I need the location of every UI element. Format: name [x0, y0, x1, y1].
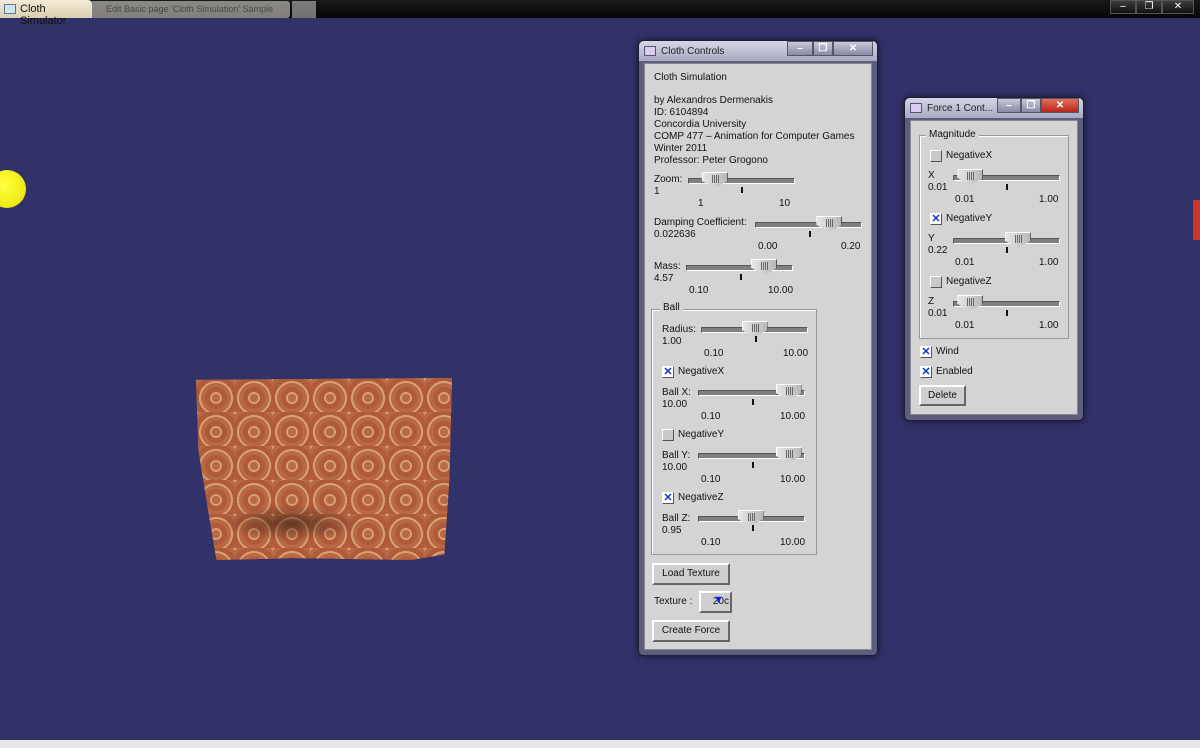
ballx-min-label: 0.10: [701, 411, 721, 422]
background-window-tab[interactable]: Edit Basic page 'Cloth Simulation' Sampl…: [90, 1, 290, 18]
radius-label: Radius:: [662, 324, 696, 335]
dropdown-arrow-icon: ▼: [713, 594, 724, 606]
mass-max-label: 10.00: [768, 285, 794, 296]
minimize-button[interactable]: –: [787, 41, 813, 56]
damping-max-label: 0.20: [841, 241, 861, 252]
fz-min-label: 0.01: [955, 320, 975, 331]
zoom-max-label: 10: [779, 198, 791, 209]
fz-max-label: 1.00: [1039, 320, 1059, 331]
bally-slider-tick: [752, 462, 754, 468]
radius-min-label: 0.10: [704, 348, 724, 359]
ballz-max-label: 10.00: [780, 537, 806, 548]
background-window-edge: [1193, 200, 1200, 240]
app-icon: [4, 4, 16, 14]
delete-force-button[interactable]: Delete: [919, 385, 966, 406]
maximize-button[interactable]: ❐: [1021, 98, 1041, 113]
info-line: ID: 6104894: [654, 107, 709, 118]
ballz-min-label: 0.10: [701, 537, 721, 548]
bally-value: 10.00: [662, 462, 688, 473]
mass-slider-tick: [740, 274, 742, 280]
fy-value: 0.22: [928, 245, 948, 256]
zoom-slider-tick: [741, 187, 743, 193]
fx-label: X: [928, 170, 935, 181]
mass-min-label: 0.10: [689, 285, 709, 296]
damping-min-label: 0.00: [758, 241, 778, 252]
fx-slider-tick: [1006, 184, 1008, 190]
damping-label: Damping Coefficient:: [654, 217, 747, 228]
fnegx-checkbox[interactable]: [930, 150, 942, 162]
wind-checkbox[interactable]: ✕: [920, 346, 932, 358]
bally-label: Ball Y:: [662, 450, 691, 461]
bally-max-label: 10.00: [780, 474, 806, 485]
fx-max-label: 1.00: [1039, 194, 1059, 205]
maximize-button[interactable]: ❐: [813, 41, 833, 56]
close-button[interactable]: ✕: [833, 41, 873, 56]
negx-checkbox[interactable]: ✕: [662, 366, 674, 378]
fy-slider-tick: [1006, 247, 1008, 253]
taskbar-strip: [0, 740, 1200, 748]
fnegx-checkbox-label: NegativeX: [946, 150, 993, 161]
maximize-button[interactable]: ❐: [1136, 0, 1162, 14]
fz-value: 0.01: [928, 308, 948, 319]
fz-label: Z: [928, 296, 935, 307]
ballx-value: 10.00: [662, 399, 688, 410]
zoom-value: 1: [654, 186, 660, 197]
simulated-ball: [0, 170, 26, 208]
zoom-label: Zoom:: [654, 174, 683, 185]
bally-min-label: 0.10: [701, 474, 721, 485]
fy-label: Y: [928, 233, 935, 244]
radius-slider-tick: [755, 336, 757, 342]
fx-value: 0.01: [928, 182, 948, 193]
fnegz-checkbox-label: NegativeZ: [946, 276, 992, 287]
zoom-min-label: 1: [698, 198, 704, 209]
window-icon: [644, 46, 656, 56]
ballx-slider-tick: [752, 399, 754, 405]
background-window-button[interactable]: [292, 1, 316, 18]
fnegy-checkbox[interactable]: ✕: [930, 213, 942, 225]
radius-max-label: 10.00: [783, 348, 809, 359]
info-line: Winter 2011: [654, 143, 708, 154]
damping-slider-track[interactable]: [755, 222, 862, 228]
negy-checkbox-label: NegativeY: [678, 429, 725, 440]
fx-min-label: 0.01: [955, 194, 975, 205]
wind-checkbox-label: Wind: [936, 346, 959, 357]
info-line: Concordia University: [654, 119, 747, 130]
fy-max-label: 1.00: [1039, 257, 1059, 268]
ballz-value: 0.95: [662, 525, 682, 536]
create-force-button[interactable]: Create Force: [652, 620, 730, 642]
info-line: Professor: Peter Grogono: [654, 155, 768, 166]
ballz-label: Ball Z:: [662, 513, 691, 524]
negy-checkbox[interactable]: [662, 429, 674, 441]
enabled-checkbox-label: Enabled: [936, 366, 973, 377]
close-button[interactable]: ✕: [1041, 98, 1079, 113]
info-line: by Alexandros Dermenakis: [654, 95, 773, 106]
info-line: COMP 477 – Animation for Computer Games: [654, 131, 855, 142]
enabled-checkbox[interactable]: ✕: [920, 366, 932, 378]
ballx-label: Ball X:: [662, 387, 691, 398]
radius-value: 1.00: [662, 336, 682, 347]
negx-checkbox-label: NegativeX: [678, 366, 725, 377]
ballx-max-label: 10.00: [780, 411, 806, 422]
ball-group-legend: Ball: [660, 302, 683, 313]
magnitude-group-legend: Magnitude: [926, 129, 979, 140]
mass-label: Mass:: [654, 261, 681, 272]
minimize-button[interactable]: –: [1110, 0, 1136, 14]
mass-value: 4.57: [654, 273, 674, 284]
app-heading: Cloth Simulation: [654, 72, 727, 83]
damping-value: 0.022636: [654, 229, 696, 240]
cloth-mesh: [196, 378, 452, 560]
negz-checkbox[interactable]: ✕: [662, 492, 674, 504]
fnegy-checkbox-label: NegativeY: [946, 213, 993, 224]
minimize-button[interactable]: –: [997, 98, 1021, 113]
fy-min-label: 0.01: [955, 257, 975, 268]
fnegz-checkbox[interactable]: [930, 276, 942, 288]
window-icon: [910, 103, 922, 113]
load-texture-button[interactable]: Load Texture: [652, 563, 730, 585]
fz-slider-tick: [1006, 310, 1008, 316]
damping-slider-tick: [809, 231, 811, 237]
ballz-slider-tick: [752, 525, 754, 531]
texture-label: Texture :: [654, 596, 693, 607]
negz-checkbox-label: NegativeZ: [678, 492, 724, 503]
close-button[interactable]: ✕: [1162, 0, 1194, 14]
